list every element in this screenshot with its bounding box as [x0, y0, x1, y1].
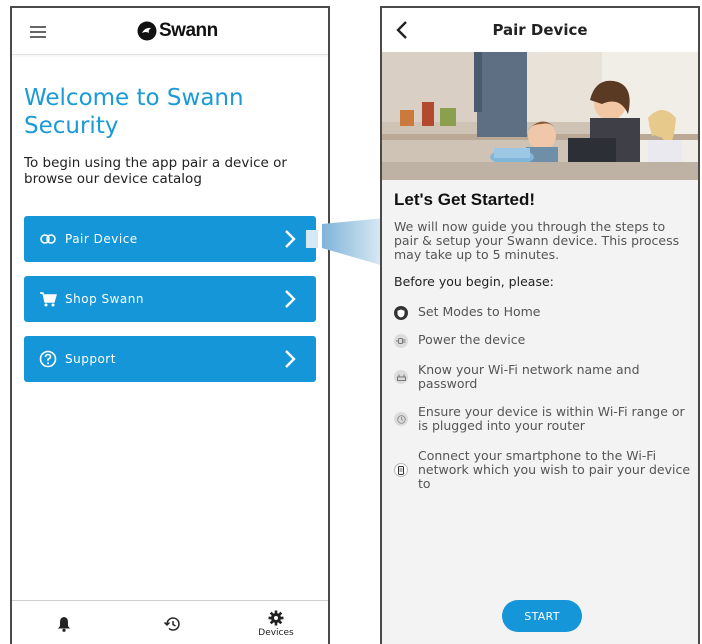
pair-device-screen: Pair Device Let's Get Started! We will n… — [380, 6, 700, 644]
devices-tab[interactable]: Devices — [250, 601, 302, 644]
description-text: We will now guide you through the steps … — [394, 219, 680, 262]
step-item: Know your Wi-Fi network name and passwor… — [394, 363, 694, 391]
step-text: Ensure your device is within Wi-Fi range… — [418, 404, 685, 433]
clock-icon — [394, 412, 408, 426]
cart-icon — [39, 290, 57, 308]
highlight-marker — [306, 230, 318, 248]
intro-text: To begin using the app pair a device or … — [24, 155, 287, 187]
gear-icon — [268, 610, 284, 626]
shop-swann-button[interactable]: Shop Swann — [24, 276, 316, 322]
step-text: Power the device — [418, 332, 526, 347]
step-item: Power the device — [394, 333, 694, 348]
swann-logo-mark — [137, 21, 157, 41]
plug-icon — [394, 334, 408, 348]
swann-logo: Swann — [137, 18, 218, 44]
step-item: Connect your smartphone to the Wi-Fi net… — [394, 449, 694, 491]
chevron-right-icon — [285, 290, 296, 308]
brand-name: Swann — [159, 20, 218, 41]
shield-icon — [394, 306, 408, 320]
family-kitchen-photo — [382, 52, 698, 180]
home-screen: Swann Welcome to Swann Security To begin… — [10, 6, 330, 644]
history-icon — [163, 617, 180, 631]
phone-icon — [394, 463, 408, 477]
step-item: Set Modes to Home — [394, 305, 694, 320]
step-text: Set Modes to Home — [418, 304, 541, 319]
devices-label: Devices — [258, 628, 294, 638]
step-text: Know your Wi-Fi network name and passwor… — [418, 362, 640, 391]
notifications-tab[interactable] — [52, 601, 76, 644]
support-label: Support — [65, 352, 116, 366]
screen-title: Pair Device — [492, 21, 588, 39]
bottom-navigation: Devices — [12, 600, 328, 644]
step-text: Connect your smartphone to the Wi-Fi net… — [418, 448, 691, 491]
pair-device-button[interactable]: Pair Device — [24, 216, 318, 262]
welcome-title: Welcome to Swann Security — [24, 85, 244, 139]
pair-device-label: Pair Device — [65, 232, 138, 246]
help-icon — [39, 350, 57, 368]
header-bar: Pair Device — [382, 8, 698, 53]
section-heading: Let's Get Started! — [394, 190, 536, 209]
menu-icon[interactable] — [30, 26, 46, 38]
support-button[interactable]: Support — [24, 336, 316, 382]
step-item: Ensure your device is within Wi-Fi range… — [394, 405, 694, 433]
top-bar: Swann — [12, 8, 328, 55]
chevron-right-icon — [285, 230, 296, 248]
bell-icon — [58, 617, 70, 632]
router-icon — [394, 370, 408, 384]
start-button[interactable]: START — [502, 600, 582, 632]
history-tab[interactable] — [160, 601, 184, 644]
transition-arrow — [322, 218, 384, 266]
shop-swann-label: Shop Swann — [65, 292, 144, 306]
link-icon — [39, 230, 57, 248]
chevron-right-icon — [285, 350, 296, 368]
before-begin-label: Before you begin, please: — [394, 274, 554, 289]
